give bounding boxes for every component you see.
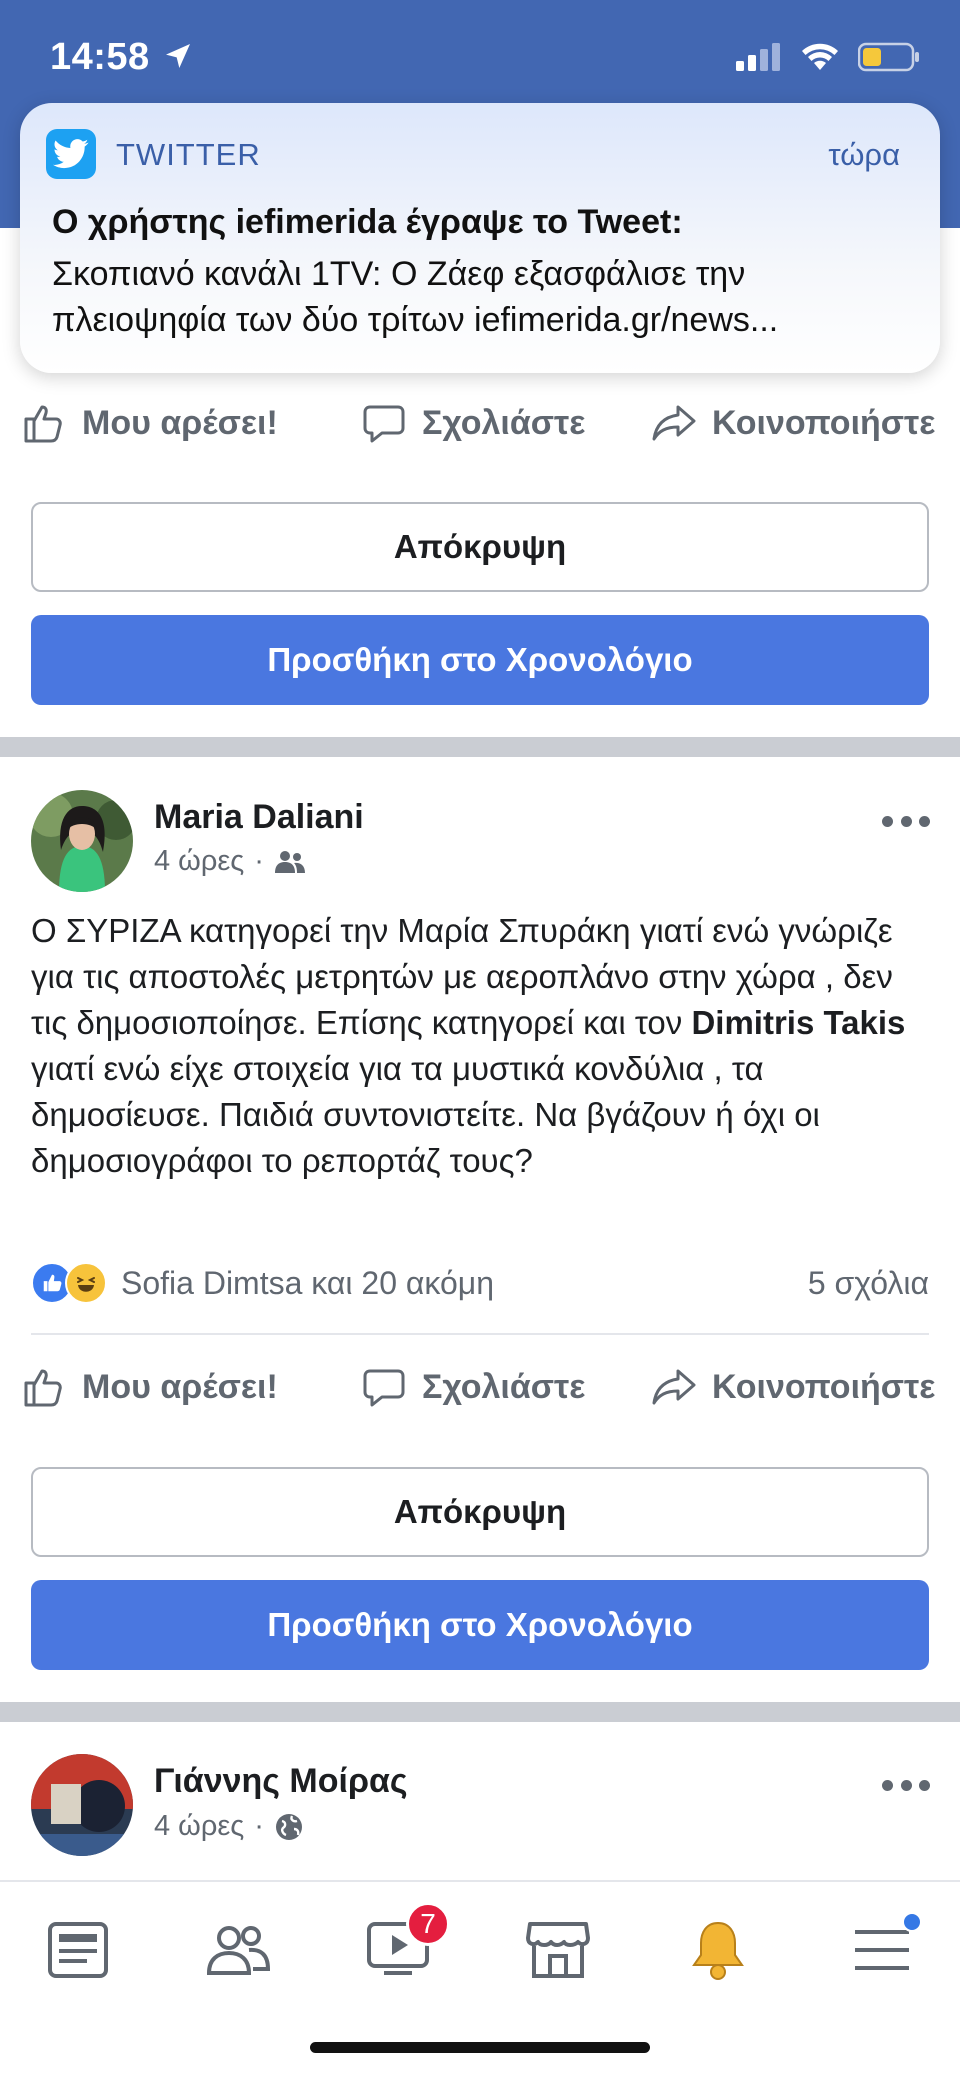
notification-time: τώρα — [828, 137, 900, 172]
feed-separator — [0, 737, 960, 757]
comment-icon — [363, 405, 405, 443]
more-options-icon[interactable] — [882, 816, 930, 830]
friends-privacy-icon — [274, 850, 305, 873]
add-to-timeline-button[interactable]: Προσθήκη στο Χρονολόγιο — [31, 615, 929, 705]
like-button[interactable]: Μου αρέσει! — [20, 1363, 278, 1411]
notifications-bell-icon[interactable] — [678, 1910, 758, 1990]
location-arrow-icon — [166, 44, 190, 68]
meta-dot: · — [254, 1810, 264, 1842]
status-icons — [736, 42, 920, 72]
friends-icon[interactable] — [198, 1910, 278, 1990]
globe-public-icon — [275, 1813, 302, 1840]
add-to-timeline-button[interactable]: Προσθήκη στο Χρονολόγιο — [31, 1580, 929, 1670]
post-time[interactable]: 4 ώρες — [154, 845, 244, 878]
menu-notification-dot — [902, 1912, 922, 1932]
twitter-notification[interactable]: TWITTER τώρα Ο χρήστης iefimerida έγραψε… — [20, 103, 940, 373]
mention-link[interactable]: Dimitris Takis — [691, 1004, 905, 1041]
news-feed-icon[interactable] — [38, 1910, 118, 1990]
status-time: 14:58 — [50, 36, 150, 78]
notification-app-name: TWITTER — [116, 137, 261, 172]
post-actions: Μου αρέσει! Σχολιάστε Κοινοποιήστε — [0, 388, 960, 458]
post-actions: Μου αρέσει! Σχολιάστε Κοινοποιήστε — [0, 1352, 960, 1422]
cellular-signal-icon — [736, 43, 780, 71]
hide-button[interactable]: Απόκρυψη — [31, 502, 929, 592]
watch-badge: 7 — [406, 1902, 450, 1946]
home-indicator[interactable] — [310, 2042, 650, 2053]
avatar[interactable] — [31, 790, 133, 892]
battery-icon — [858, 42, 919, 72]
bottom-navigation: 7 — [0, 1880, 960, 2079]
like-button[interactable]: Μου αρέσει! — [20, 399, 278, 447]
post-time[interactable]: 4 ώρες — [154, 1810, 244, 1843]
comment-label: Σχολιάστε — [422, 1367, 586, 1406]
menu-icon[interactable] — [842, 1910, 922, 1990]
haha-reaction-icon — [65, 1262, 107, 1304]
post-text-part-2: γιατί ενώ είχε στοιχεία για τα μυστικά κ… — [31, 1050, 820, 1179]
share-button[interactable]: Κοινοποιήστε — [650, 399, 935, 447]
share-label: Κοινοποιήστε — [712, 403, 936, 442]
reaction-names: Sofia Dimtsa και 20 ακόμη — [121, 1264, 495, 1301]
post-author[interactable]: Γιάννης Μοίρας — [154, 1762, 408, 1801]
comment-icon — [363, 1369, 405, 1407]
like-label: Μου αρέσει! — [82, 403, 278, 442]
watch-icon[interactable]: 7 — [358, 1902, 450, 1990]
post-meta: 4 ώρες · — [154, 1810, 304, 1843]
reaction-icons — [31, 1262, 107, 1304]
avatar[interactable] — [31, 1754, 133, 1856]
notification-body: Σκοπιανό κανάλι 1TV: Ο Ζάεφ εξασφάλισε τ… — [52, 255, 779, 339]
post-author[interactable]: Maria Daliani — [154, 798, 364, 837]
divider — [31, 1333, 929, 1335]
twitter-app-icon — [46, 129, 96, 179]
comment-button[interactable]: Σχολιάστε — [360, 399, 585, 447]
share-icon — [652, 1369, 696, 1405]
post-meta: 4 ώρες · — [154, 845, 306, 878]
feed-separator — [0, 1702, 960, 1722]
more-options-icon[interactable] — [882, 1780, 930, 1794]
wifi-icon — [802, 43, 838, 70]
share-icon — [652, 405, 696, 441]
reactions-bar[interactable]: Sofia Dimtsa και 20 ακόμη 5 σχόλια — [31, 1255, 929, 1311]
comments-count[interactable]: 5 σχόλια — [808, 1265, 929, 1302]
meta-dot: · — [254, 845, 264, 877]
marketplace-icon[interactable] — [518, 1910, 598, 1990]
like-icon — [24, 1369, 62, 1407]
share-label: Κοινοποιήστε — [712, 1367, 936, 1406]
post-body: Ο ΣΥΡΙΖΑ κατηγορεί την Μαρία Σπυράκη για… — [31, 908, 936, 1184]
notification-title: Ο χρήστης iefimerida έγραψε το Tweet: — [52, 203, 683, 241]
comment-button[interactable]: Σχολιάστε — [360, 1363, 585, 1411]
share-button[interactable]: Κοινοποιήστε — [650, 1363, 935, 1411]
comment-label: Σχολιάστε — [422, 403, 586, 442]
like-label: Μου αρέσει! — [82, 1367, 278, 1406]
hide-button[interactable]: Απόκρυψη — [31, 1467, 929, 1557]
like-icon — [24, 405, 62, 443]
